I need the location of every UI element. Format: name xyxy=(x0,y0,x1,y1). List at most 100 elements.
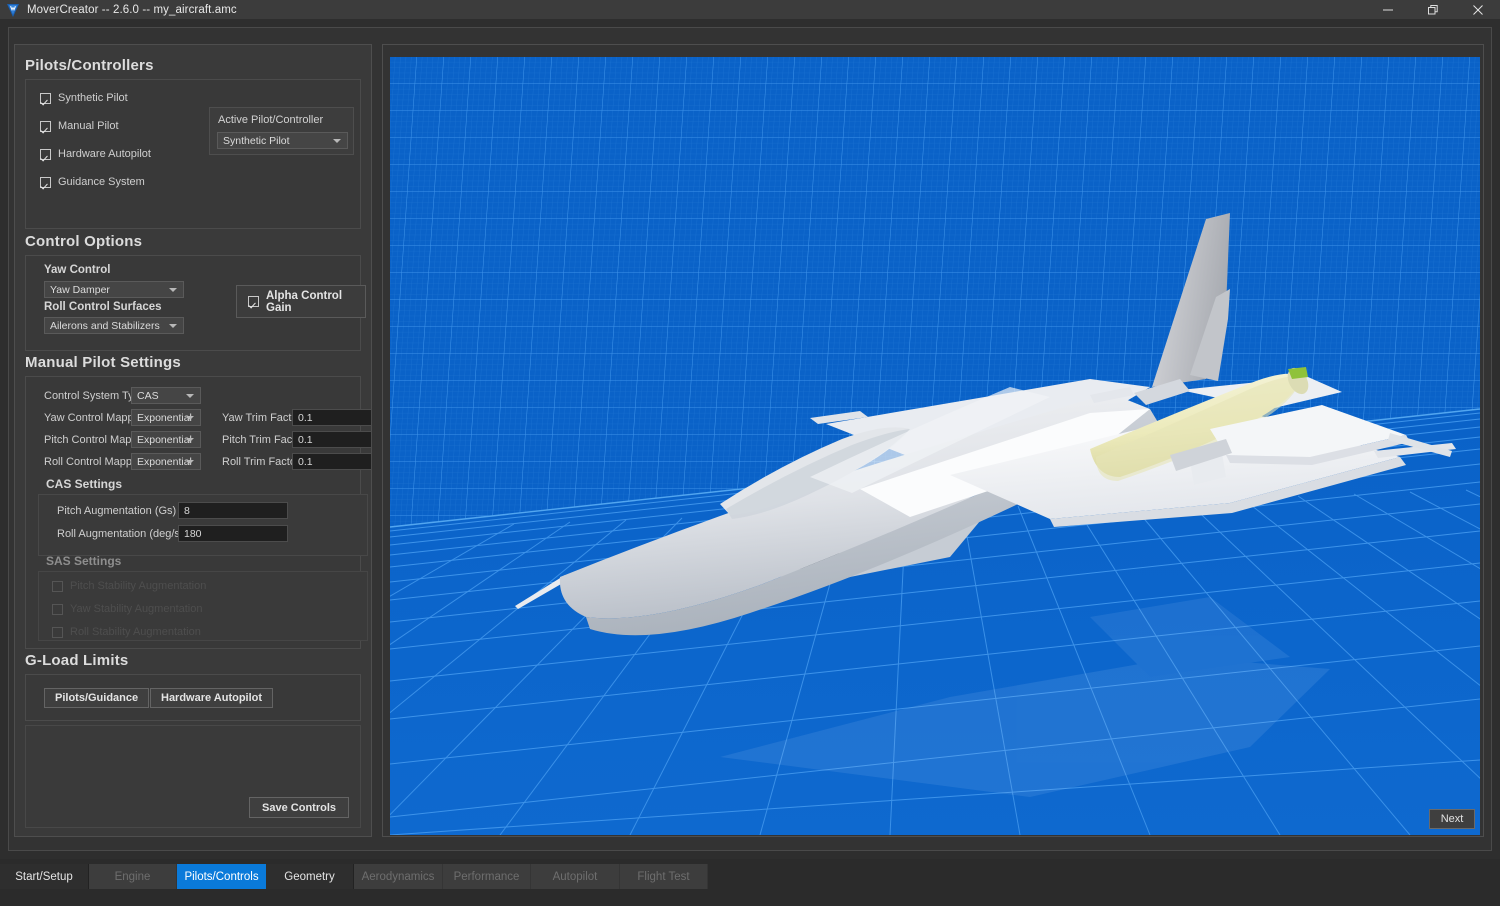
checkbox-synthetic-pilot[interactable]: Synthetic Pilot xyxy=(40,92,128,104)
title-bar: MoverCreator -- 2.6.0 -- my_aircraft.amc xyxy=(0,0,1500,19)
window-title: MoverCreator -- 2.6.0 -- my_aircraft.amc xyxy=(27,3,237,16)
pitch-augmentation-label: Pitch Augmentation (Gs) xyxy=(57,505,177,517)
sas-settings-group: Pitch Stability Augmentation Yaw Stabili… xyxy=(38,571,368,641)
save-controls-button[interactable]: Save Controls xyxy=(249,797,349,818)
pitch-augmentation-value: 8 xyxy=(184,504,190,517)
next-button[interactable]: Next xyxy=(1429,809,1475,829)
roll-surfaces-select[interactable]: Ailerons and Stabilizers xyxy=(44,317,184,334)
checkbox-label: Hardware Autopilot xyxy=(58,148,151,160)
tab-autopilot: Autopilot xyxy=(531,864,620,889)
manual-pilot-group: Control System Type CAS Yaw Control Mapp… xyxy=(25,376,372,649)
checkbox-label: Synthetic Pilot xyxy=(58,92,128,104)
control-system-type-select[interactable]: CAS xyxy=(131,387,201,404)
checkbox-icon[interactable] xyxy=(40,176,51,188)
cas-settings-group: Pitch Augmentation (Gs) 8 Roll Augmentat… xyxy=(38,494,368,556)
viewport-footer: Next xyxy=(383,802,1485,836)
main-area: Pilots/Controllers Synthetic Pilot Manua… xyxy=(0,19,1500,859)
pitch-mapping-value: Exponential xyxy=(137,433,192,446)
checkbox-hardware-autopilot[interactable]: Hardware Autopilot xyxy=(40,148,151,160)
active-pilot-group: Active Pilot/Controller Synthetic Pilot xyxy=(209,107,354,155)
bottom-tab-bar: Start/Setup Engine Pilots/Controls Geome… xyxy=(0,859,1500,906)
pilots-group: Synthetic Pilot Manual Pilot Hardware Au… xyxy=(25,79,361,229)
checkbox-icon[interactable] xyxy=(40,120,51,132)
panel-filler: Save Controls xyxy=(25,725,361,828)
yaw-control-label: Yaw Control xyxy=(44,264,111,276)
close-button[interactable] xyxy=(1455,0,1500,19)
roll-augmentation-label: Roll Augmentation (deg/sec) xyxy=(57,528,196,540)
chevron-down-icon xyxy=(186,416,194,420)
restore-button[interactable] xyxy=(1410,0,1455,19)
pitch-trim-value: 0.1 xyxy=(298,433,313,446)
chevron-down-icon xyxy=(333,139,341,143)
control-options-heading: Control Options xyxy=(25,233,143,250)
yaw-trim-input[interactable]: 0.1 xyxy=(292,409,372,426)
app-shield-icon xyxy=(5,3,21,17)
active-pilot-select[interactable]: Synthetic Pilot xyxy=(217,132,348,149)
chevron-down-icon xyxy=(186,438,194,442)
g-load-heading: G-Load Limits xyxy=(25,652,129,669)
yaw-mapping-value: Exponential xyxy=(137,411,192,424)
hardware-autopilot-button[interactable]: Hardware Autopilot xyxy=(150,688,274,708)
active-pilot-value: Synthetic Pilot xyxy=(223,134,290,147)
checkbox-guidance-system[interactable]: Guidance System xyxy=(40,176,145,188)
tab-geometry[interactable]: Geometry xyxy=(266,864,354,889)
tab-flight-test: Flight Test xyxy=(620,864,708,889)
pitch-trim-input[interactable]: 0.1 xyxy=(292,431,372,448)
roll-mapping-select[interactable]: Exponential xyxy=(131,453,201,470)
yaw-trim-value: 0.1 xyxy=(298,411,313,424)
roll-augmentation-value: 180 xyxy=(184,527,202,540)
checkbox-yaw-stability-augmentation[interactable]: Yaw Stability Augmentation xyxy=(52,603,202,615)
roll-mapping-value: Exponential xyxy=(137,455,192,468)
checkbox-label: Roll Stability Augmentation xyxy=(70,626,201,638)
yaw-mapping-select[interactable]: Exponential xyxy=(131,409,201,426)
chevron-down-icon xyxy=(169,288,177,292)
tab-engine: Engine xyxy=(89,864,177,889)
tab-performance: Performance xyxy=(443,864,531,889)
checkbox-icon[interactable] xyxy=(40,92,51,104)
checkbox-roll-stability-augmentation[interactable]: Roll Stability Augmentation xyxy=(52,626,201,638)
roll-trim-value: 0.1 xyxy=(298,455,313,468)
roll-augmentation-input[interactable]: 180 xyxy=(178,525,288,542)
tab-start-setup[interactable]: Start/Setup xyxy=(0,864,89,889)
checkbox-label: Pitch Stability Augmentation xyxy=(70,580,207,592)
aircraft-3d-preview[interactable] xyxy=(390,57,1480,835)
tab-aerodynamics: Aerodynamics xyxy=(354,864,443,889)
checkbox-icon[interactable] xyxy=(40,148,51,160)
checkbox-icon[interactable] xyxy=(52,626,63,638)
roll-surfaces-label: Roll Control Surfaces xyxy=(44,301,162,313)
yaw-control-select[interactable]: Yaw Damper xyxy=(44,281,184,298)
checkbox-icon[interactable] xyxy=(52,603,63,615)
sas-settings-heading: SAS Settings xyxy=(46,554,122,568)
checkbox-icon[interactable] xyxy=(248,296,259,307)
control-system-type-value: CAS xyxy=(137,389,159,402)
alpha-control-gain-checkbox[interactable]: Alpha Control Gain xyxy=(236,285,366,318)
active-pilot-label: Active Pilot/Controller xyxy=(218,114,324,126)
yaw-trim-label: Yaw Trim Factor xyxy=(222,412,302,424)
control-options-group: Yaw Control Yaw Damper Roll Control Surf… xyxy=(25,255,366,351)
roll-trim-label: Roll Trim Factor xyxy=(222,456,300,468)
chevron-down-icon xyxy=(186,460,194,464)
pitch-mapping-select[interactable]: Exponential xyxy=(131,431,201,448)
checkbox-icon[interactable] xyxy=(52,580,63,592)
alpha-control-gain-label: Alpha Control Gain xyxy=(266,289,343,314)
pitch-augmentation-input[interactable]: 8 xyxy=(178,502,288,519)
manual-pilot-heading: Manual Pilot Settings xyxy=(25,354,181,371)
checkbox-manual-pilot[interactable]: Manual Pilot xyxy=(40,120,119,132)
yaw-control-value: Yaw Damper xyxy=(50,283,110,296)
checkbox-label: Yaw Stability Augmentation xyxy=(70,603,203,615)
controls-panel: Pilots/Controllers Synthetic Pilot Manua… xyxy=(14,44,372,837)
checkbox-label: Guidance System xyxy=(58,176,145,188)
chevron-down-icon xyxy=(169,324,177,328)
tab-pilots-controls[interactable]: Pilots/Controls xyxy=(177,864,266,889)
viewport-panel: Next xyxy=(382,44,1484,837)
roll-surfaces-value: Ailerons and Stabilizers xyxy=(50,319,160,332)
checkbox-pitch-stability-augmentation[interactable]: Pitch Stability Augmentation xyxy=(52,580,206,592)
chevron-down-icon xyxy=(186,394,194,398)
minimize-button[interactable] xyxy=(1365,0,1410,19)
pilots-guidance-button[interactable]: Pilots/Guidance xyxy=(44,688,150,708)
checkbox-label: Manual Pilot xyxy=(58,120,119,132)
cas-settings-heading: CAS Settings xyxy=(46,477,123,491)
g-load-group: Pilots/Guidance Hardware Autopilot xyxy=(25,674,361,721)
roll-trim-input[interactable]: 0.1 xyxy=(292,453,372,470)
pilots-heading: Pilots/Controllers xyxy=(25,57,154,74)
